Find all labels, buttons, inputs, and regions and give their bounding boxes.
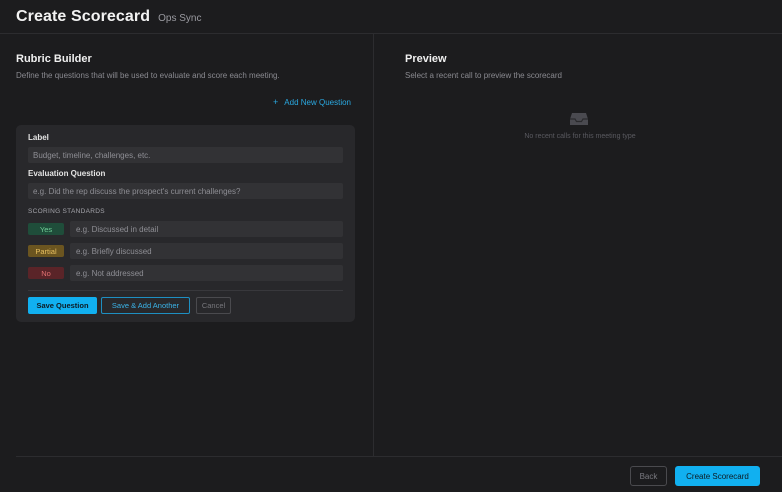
page-title: Create Scorecard [16,7,151,25]
no-standard-input[interactable]: e.g. Not addressed [70,265,343,281]
yes-standard-input[interactable]: e.g. Discussed in detail [70,221,343,237]
scoring-standards-heading: SCORING STANDARDS [28,208,105,215]
partial-standard-input[interactable]: e.g. Briefly discussed [70,243,343,259]
partial-badge: Partial [28,245,64,257]
rubric-builder-title: Rubric Builder [16,53,92,65]
rubric-builder-panel: Rubric Builder Define the questions that… [16,34,372,456]
save-and-add-another-button[interactable]: Save & Add Another [101,297,190,314]
card-divider [28,290,343,291]
back-button[interactable]: Back [630,466,667,486]
yes-badge: Yes [28,223,64,235]
preview-title: Preview [405,53,447,65]
page-header: Create Scorecard Ops Sync [0,0,782,34]
inbox-icon [570,113,588,125]
question-form-card: Label Budget, timeline, challenges, etc.… [16,125,355,322]
create-scorecard-button[interactable]: Create Scorecard [675,466,760,486]
meeting-type-subtitle: Ops Sync [158,12,202,24]
label-input[interactable]: Budget, timeline, challenges, etc. [28,147,343,163]
label-heading: Label [28,133,49,142]
no-badge: No [28,267,64,279]
footer-divider [16,456,782,457]
add-new-question-label: Add New Question [284,97,351,107]
add-new-question-button[interactable]: + Add New Question [273,97,351,107]
empty-state-text: No recent calls for this meeting type [524,133,636,140]
rubric-builder-description: Define the questions that will be used t… [16,71,280,80]
cancel-button[interactable]: Cancel [196,297,231,314]
evaluation-question-heading: Evaluation Question [28,169,106,178]
save-question-button[interactable]: Save Question [28,297,97,314]
plus-icon: + [273,97,279,107]
panel-divider [373,34,374,456]
preview-panel: Preview Select a recent call to preview … [405,34,765,456]
preview-description: Select a recent call to preview the scor… [405,71,562,80]
evaluation-question-input[interactable]: e.g. Did the rep discuss the prospect's … [28,183,343,199]
